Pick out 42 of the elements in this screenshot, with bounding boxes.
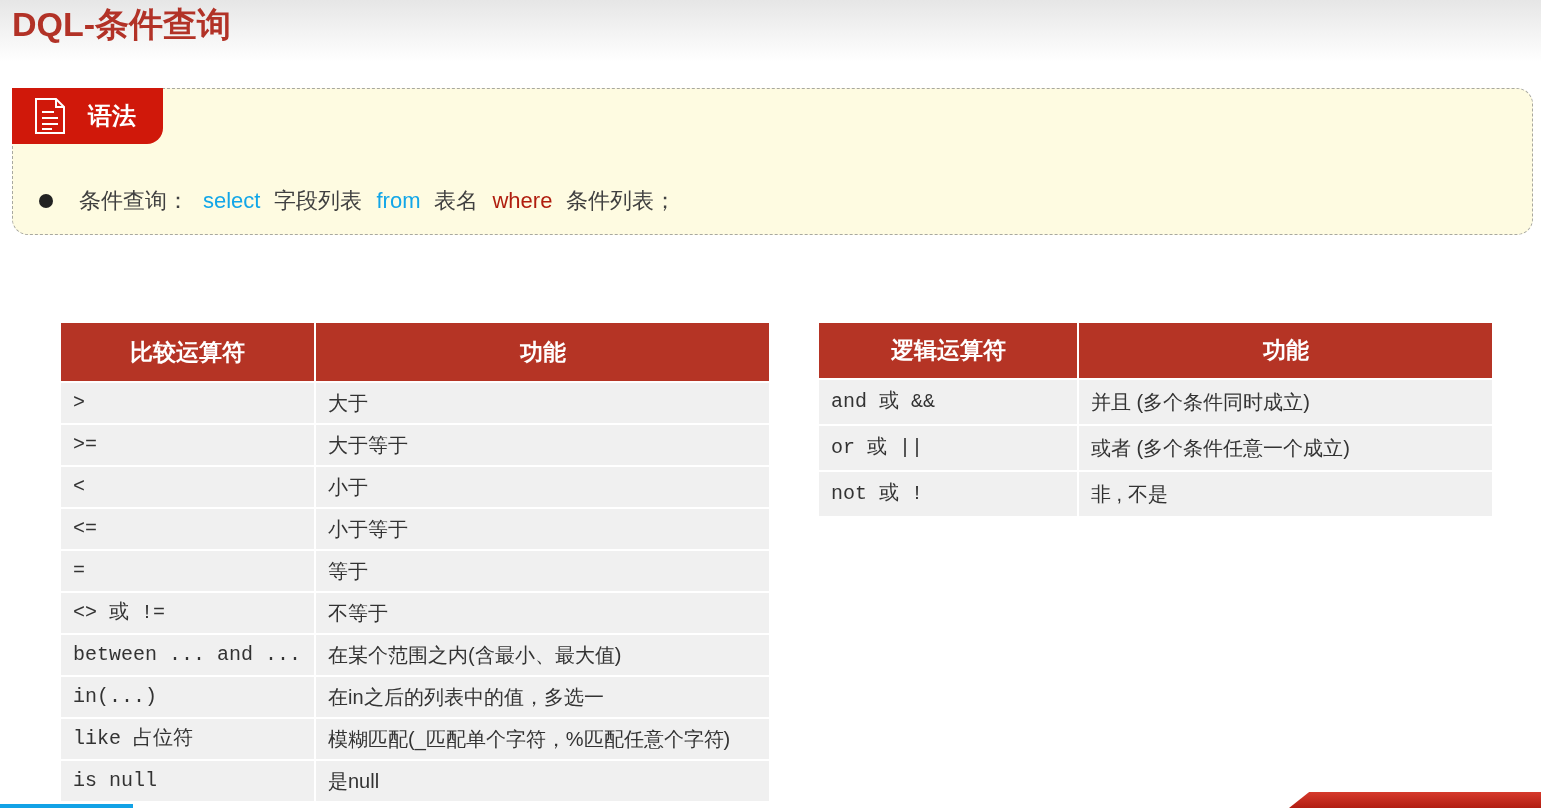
column-header: 功能	[1079, 323, 1492, 378]
sql-keyword: where	[492, 187, 553, 215]
table-cell: 在in之后的列表中的值，多选一	[316, 677, 769, 717]
syntax-label: 语法	[88, 101, 136, 131]
table-cell: 模糊匹配(_匹配单个字符，%匹配任意个字符)	[316, 719, 769, 759]
column-header: 功能	[316, 323, 769, 381]
bullet-icon	[39, 193, 53, 208]
table-cell: 小于	[316, 467, 769, 507]
table-cell: 大于	[316, 383, 769, 423]
table-cell: and 或 &&	[819, 380, 1077, 424]
table-cell: 等于	[316, 551, 769, 591]
table-cell: >=	[61, 425, 314, 465]
sql-keyword: from	[376, 187, 421, 215]
table-cell: like 占位符	[61, 719, 314, 759]
document-icon	[34, 97, 66, 135]
table-cell: <=	[61, 509, 314, 549]
table-cell: 并且 (多个条件同时成立)	[1079, 380, 1492, 424]
table-cell: in(...)	[61, 677, 314, 717]
slide-title: DQL-条件查询	[12, 4, 233, 45]
column-header: 逻辑运算符	[819, 323, 1077, 378]
column-header: 比较运算符	[61, 323, 314, 381]
table-cell: or 或 ||	[819, 426, 1077, 470]
table-cell: =	[61, 551, 314, 591]
table-cell: 是null	[316, 761, 769, 801]
video-progress-bar[interactable]	[0, 804, 133, 808]
syntax-text: 条件列表；	[566, 187, 677, 215]
table-cell: not 或 !	[819, 472, 1077, 516]
table-cell: <	[61, 467, 314, 507]
sql-keyword: select	[203, 187, 261, 215]
syntax-text: 表名	[434, 187, 479, 215]
table-cell: >	[61, 383, 314, 423]
table-cell: is null	[61, 761, 314, 801]
table-cell: 在某个范围之内(含最小、最大值)	[316, 635, 769, 675]
table-cell: 小于等于	[316, 509, 769, 549]
table-cell: 或者 (多个条件任意一个成立)	[1079, 426, 1492, 470]
table-cell: 不等于	[316, 593, 769, 633]
syntax-text: 条件查询：	[79, 187, 189, 215]
table-cell: 非 , 不是	[1079, 472, 1492, 516]
syntax-text: 字段列表	[274, 187, 363, 215]
table-cell: <> 或 !=	[61, 593, 314, 633]
table-cell: 大于等于	[316, 425, 769, 465]
table-cell: between ... and ...	[61, 635, 314, 675]
